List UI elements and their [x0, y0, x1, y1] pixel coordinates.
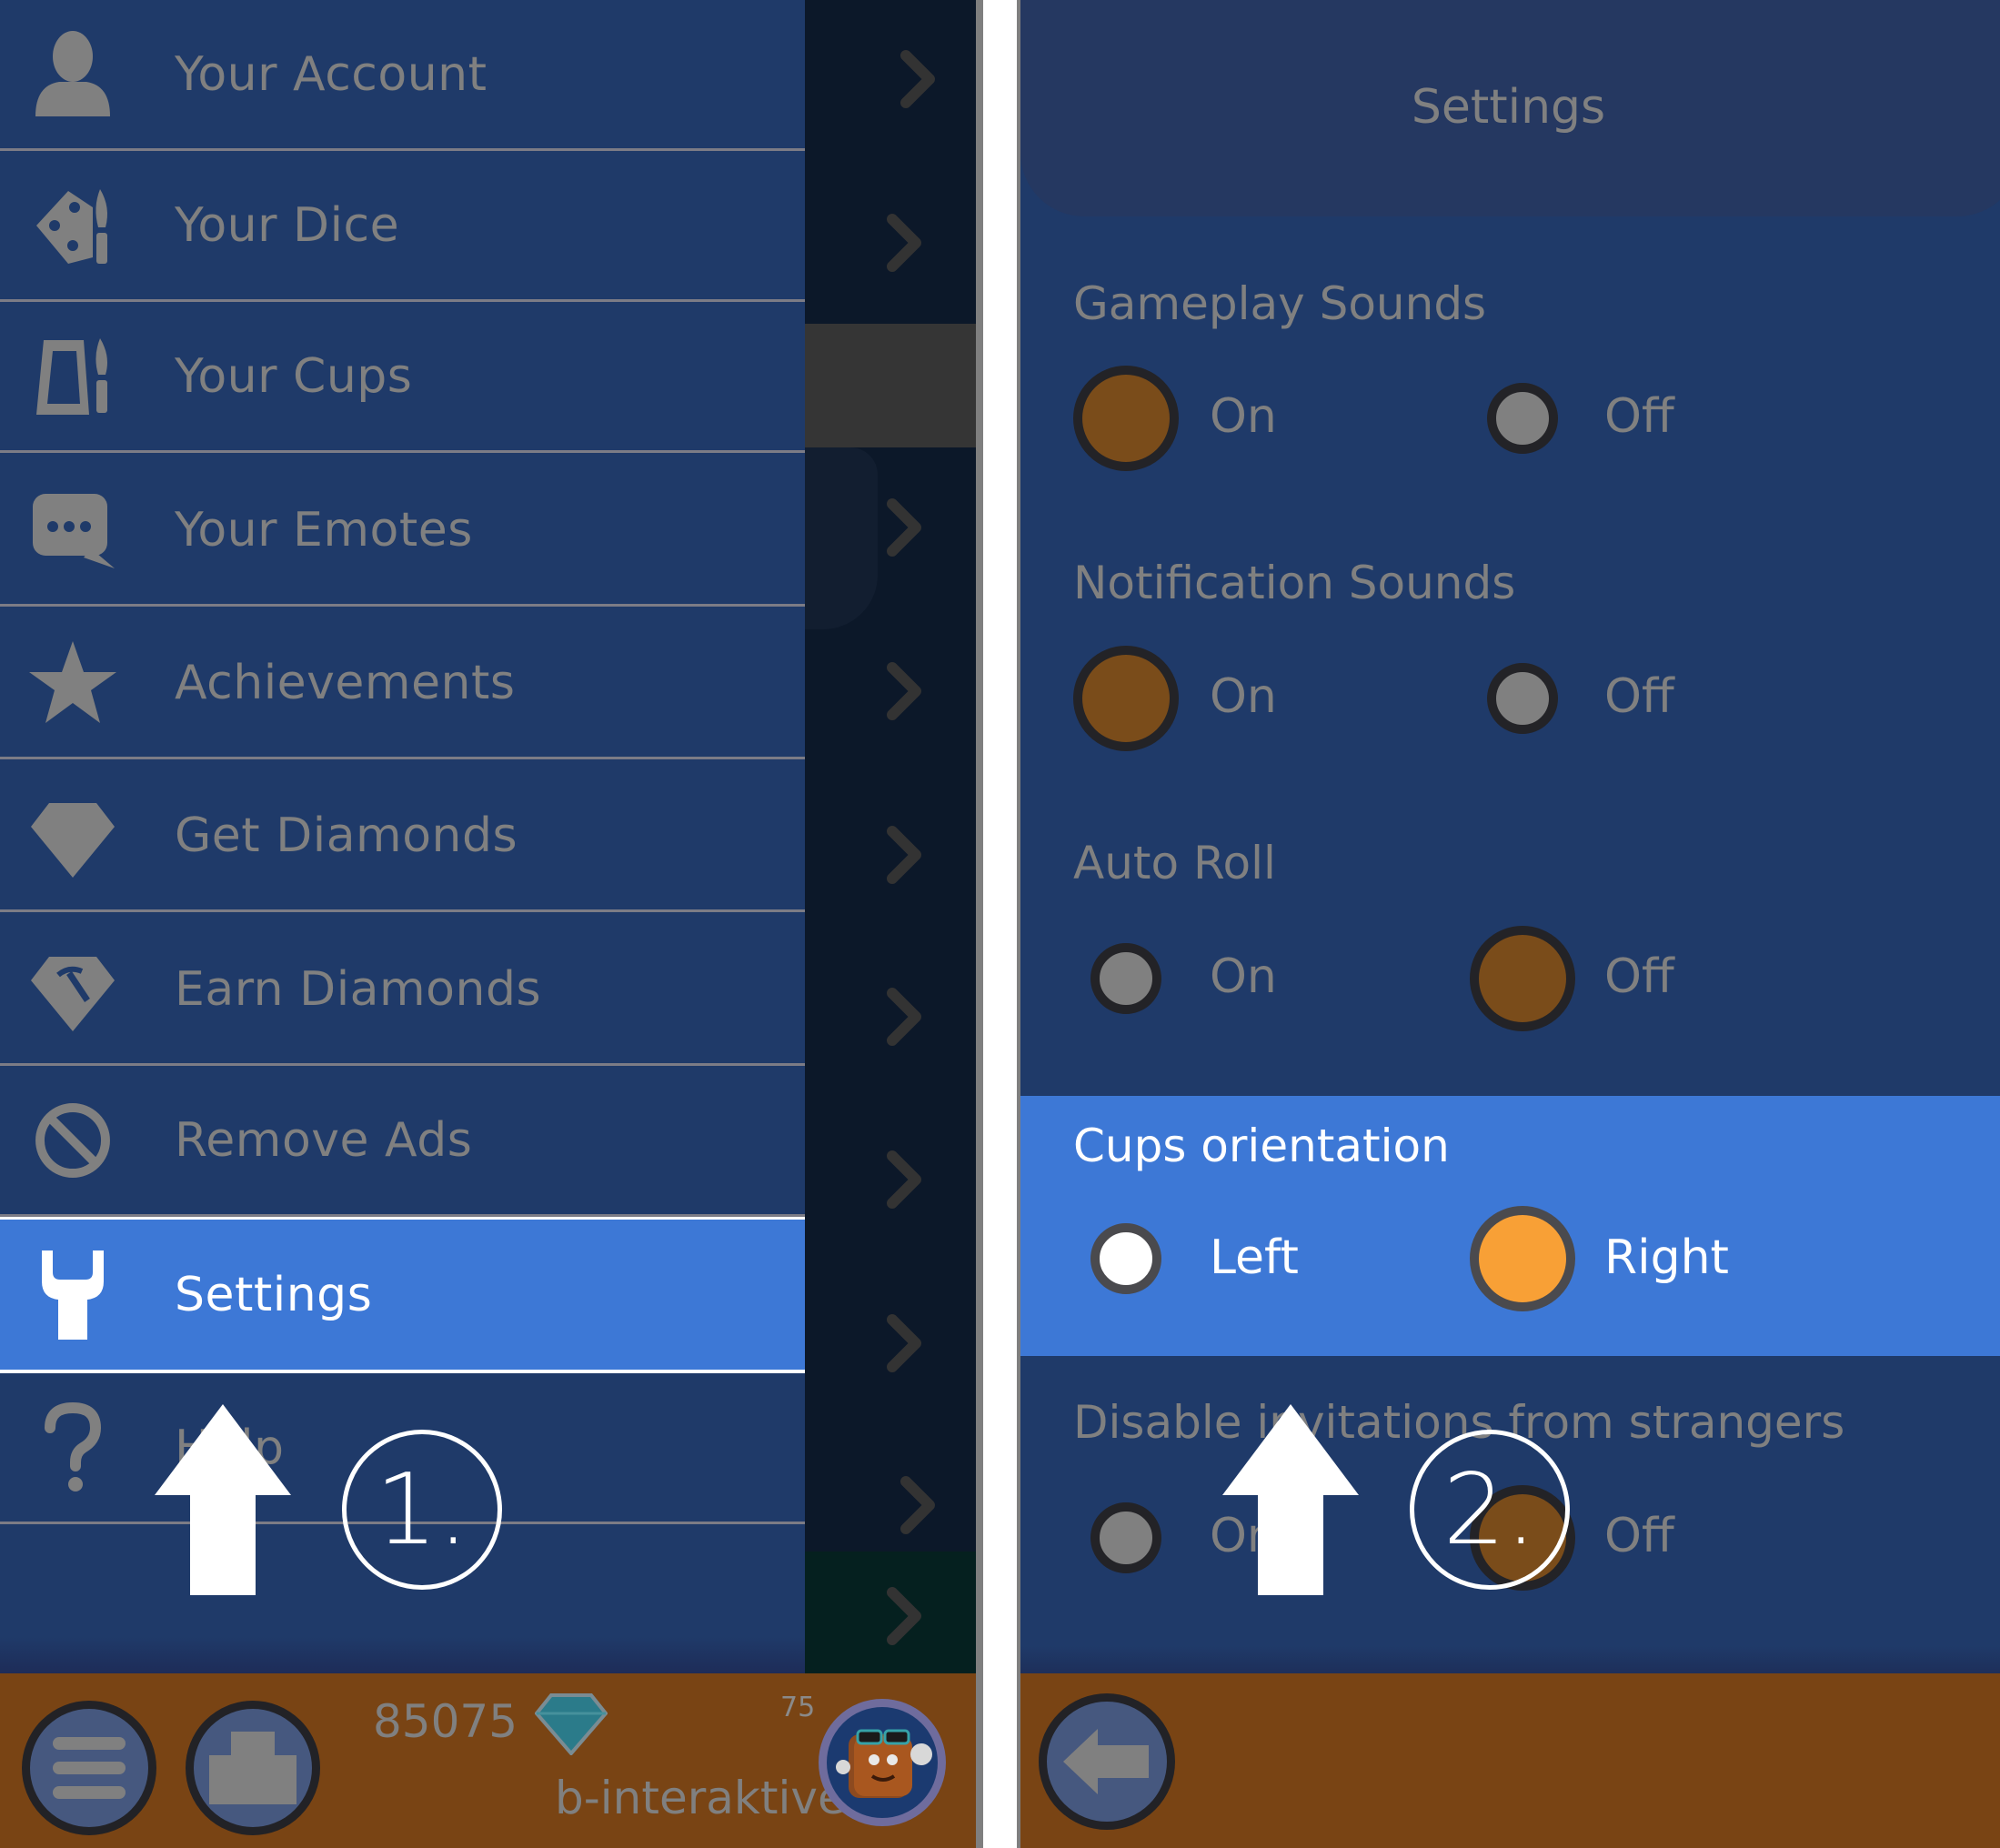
section-title-cups-orientation: Cups orientation — [1073, 1120, 1450, 1172]
radio-label: On — [1210, 949, 1277, 1004]
arrow-up-icon — [1222, 1404, 1359, 1595]
chevron-right-icon — [900, 47, 937, 111]
step-badge-1: 1. — [342, 1430, 502, 1590]
chevron-right-icon — [887, 496, 923, 559]
radio-label: Off — [1604, 669, 1674, 724]
menu-item-achievements[interactable]: Achievements — [0, 608, 805, 759]
cups-orientation-row: Cups orientation Left Right — [1020, 1096, 2000, 1356]
radio-notification-sounds-off[interactable] — [1487, 663, 1558, 734]
page-title: Settings — [1411, 80, 1606, 135]
chevron-right-icon — [887, 823, 923, 887]
chevron-right-icon — [887, 1148, 923, 1211]
dice-brush-icon — [27, 180, 118, 271]
cup-brush-icon — [27, 331, 118, 422]
chevron-right-icon — [887, 211, 923, 275]
radio-label: Right — [1604, 1230, 1729, 1285]
menu-item-label: Get Diamonds — [175, 808, 518, 863]
star-icon — [27, 638, 118, 728]
menu-item-get-diamonds[interactable]: Get Diamonds — [0, 761, 805, 912]
back-button[interactable] — [1039, 1693, 1175, 1830]
side-menu: Your Account Your Dice Your Cups Your Em… — [0, 0, 805, 1673]
leaderboard-button[interactable] — [186, 1701, 320, 1835]
menu-item-remove-ads[interactable]: Remove Ads — [0, 1066, 805, 1217]
radio-disable-invitations-on[interactable] — [1090, 1502, 1161, 1573]
menu-item-label: Your Dice — [175, 197, 400, 253]
bottom-bar: 85075 75 b-interaktive — [0, 1673, 976, 1848]
menu-item-label: Achievements — [175, 655, 516, 710]
chevron-right-icon — [887, 1584, 923, 1648]
radio-auto-roll-off[interactable] — [1470, 926, 1575, 1031]
chevron-right-icon — [887, 659, 923, 723]
radio-cups-right[interactable] — [1470, 1206, 1575, 1311]
menu-item-earn-diamonds[interactable]: Earn Diamonds — [0, 915, 805, 1066]
chevron-right-icon — [900, 1473, 937, 1537]
radio-label: On — [1210, 389, 1277, 444]
hamburger-icon — [53, 1737, 126, 1799]
menu-item-label: Settings — [175, 1267, 373, 1322]
menu-item-label: Your Cups — [175, 348, 413, 404]
background-cup-shape — [805, 447, 878, 629]
panel-edge — [1017, 0, 1020, 1848]
radio-notification-sounds-on[interactable] — [1073, 646, 1179, 751]
avatar-character-icon — [836, 1729, 932, 1798]
step-badge-2: 2. — [1410, 1430, 1570, 1590]
arrow-left-icon — [1063, 1729, 1149, 1794]
background-banner — [805, 324, 976, 447]
username: b-interaktive — [555, 1772, 846, 1824]
menu-bottom-fade — [0, 1637, 805, 1673]
radio-cups-left[interactable] — [1090, 1223, 1161, 1294]
radio-label: Left — [1210, 1230, 1299, 1285]
chevron-right-icon — [887, 985, 923, 1049]
question-icon — [27, 1401, 118, 1493]
no-sign-icon — [27, 1095, 118, 1186]
diamond-icon — [27, 790, 118, 881]
radio-label: Off — [1604, 949, 1674, 1004]
wrench-icon — [27, 1250, 118, 1341]
avatar[interactable] — [819, 1699, 946, 1826]
screen-divider — [980, 0, 1017, 1848]
radio-auto-roll-on[interactable] — [1090, 943, 1161, 1014]
menu-button[interactable] — [22, 1701, 156, 1835]
section-title-gameplay-sounds: Gameplay Sounds — [1073, 277, 1487, 330]
section-title-notification-sounds: Notification Sounds — [1073, 557, 1516, 609]
left-screen: Your Account Your Dice Your Cups Your Em… — [0, 0, 980, 1848]
menu-item-label: Your Emotes — [175, 502, 473, 557]
menu-item-settings[interactable]: Settings — [0, 1217, 805, 1373]
radio-label: Off — [1604, 1509, 1674, 1563]
radio-gameplay-sounds-on[interactable] — [1073, 366, 1179, 471]
menu-item-your-dice[interactable]: Your Dice — [0, 151, 805, 302]
diamond-count: 85075 — [373, 1695, 518, 1748]
user-icon — [27, 29, 118, 120]
chat-bubble-icon — [27, 485, 118, 576]
diamond-pickaxe-icon — [27, 944, 118, 1035]
radio-label: On — [1210, 669, 1277, 724]
bottom-bar — [1017, 1646, 2000, 1848]
chevron-right-icon — [887, 1311, 923, 1375]
menu-item-your-emotes[interactable]: Your Emotes — [0, 456, 805, 607]
radio-gameplay-sounds-off[interactable] — [1487, 383, 1558, 454]
arrow-up-icon — [155, 1404, 291, 1595]
diamond-icon — [534, 1692, 608, 1759]
podium-icon — [209, 1732, 296, 1804]
menu-item-your-cups[interactable]: Your Cups — [0, 302, 805, 453]
menu-item-your-account[interactable]: Your Account — [0, 0, 805, 151]
player-level: 75 — [780, 1692, 816, 1723]
radio-label: Off — [1604, 389, 1674, 444]
menu-item-label: Earn Diamonds — [175, 961, 542, 1017]
menu-item-label: Your Account — [175, 46, 487, 102]
menu-item-label: Remove Ads — [175, 1112, 473, 1168]
section-title-auto-roll: Auto Roll — [1073, 837, 1276, 889]
